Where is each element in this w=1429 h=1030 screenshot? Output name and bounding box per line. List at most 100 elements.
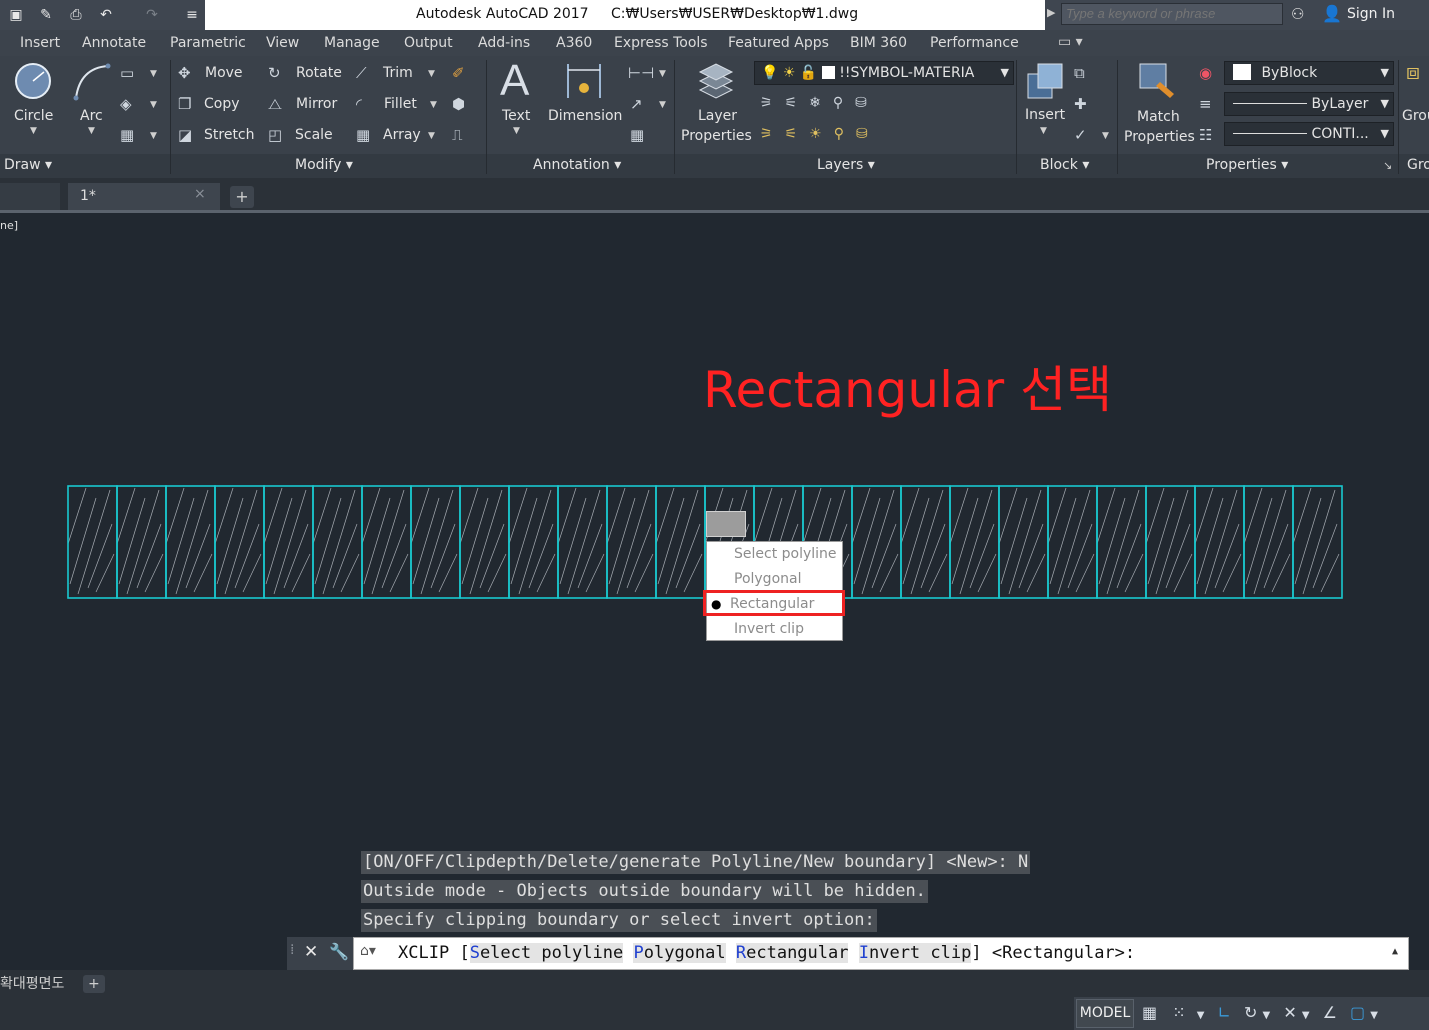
layer-tools-row-2[interactable]: ⚞⚟☀⚲⛁: [760, 126, 880, 142]
match-properties-icon[interactable]: [1136, 60, 1178, 102]
chevron-down-icon[interactable]: ▼: [150, 100, 157, 110]
tab-parametric[interactable]: Parametric: [170, 35, 246, 51]
chevron-down-icon[interactable]: ▼: [513, 126, 520, 136]
layer-properties-label-1[interactable]: Layer: [698, 108, 737, 124]
binoculars-icon[interactable]: ⚇: [1291, 5, 1304, 23]
viewport-controls[interactable]: ne]: [0, 219, 18, 232]
redo-icon[interactable]: ↷: [142, 5, 162, 25]
leader-icon[interactable]: ↗: [630, 95, 643, 113]
option-invert-clip[interactable]: Invert clip: [858, 943, 972, 963]
rotate-icon[interactable]: ↻: [268, 64, 281, 82]
tab-add-ins[interactable]: Add-ins: [478, 35, 530, 51]
chevron-down-icon[interactable]: ▼: [30, 126, 37, 136]
chevron-down-icon[interactable]: ▼: [1370, 1010, 1378, 1021]
block-panel-label[interactable]: Block ▾: [1040, 157, 1089, 173]
close-icon[interactable]: ×: [194, 186, 206, 202]
group-icon[interactable]: ⧈: [1406, 62, 1420, 84]
chevron-down-icon[interactable]: ▼: [428, 131, 435, 141]
layer-lock-icon[interactable]: ⚲: [833, 95, 855, 111]
menu-item-select-polyline[interactable]: Select polyline: [707, 542, 842, 567]
menu-item-polygonal[interactable]: Polygonal: [707, 567, 842, 592]
match-properties-label-2[interactable]: Properties: [1124, 129, 1195, 145]
stretch-icon[interactable]: ◪: [178, 126, 192, 144]
layer-unisolate-icon[interactable]: ⚟: [785, 126, 810, 142]
layout-tab[interactable]: 확대평면도 +: [0, 973, 105, 993]
chevron-down-icon[interactable]: ▼: [659, 100, 666, 110]
layer-freeze-icon[interactable]: ❄: [809, 95, 833, 111]
chevron-down-icon[interactable]: ▼: [1197, 1010, 1205, 1021]
erase-icon[interactable]: ✐: [452, 64, 465, 82]
trim-button[interactable]: Trim: [383, 65, 413, 81]
file-tab-start[interactable]: [0, 183, 60, 210]
tab-bim-360[interactable]: BIM 360: [850, 35, 907, 51]
close-icon[interactable]: ✕: [304, 942, 318, 962]
layer-on-icon[interactable]: ⚞: [760, 126, 785, 142]
offset-icon[interactable]: ⎍: [452, 126, 463, 144]
grid-icon[interactable]: ▦: [1142, 1003, 1157, 1022]
chevron-down-icon[interactable]: ▼: [430, 100, 437, 110]
chevron-down-icon[interactable]: ▼: [150, 131, 157, 141]
tab-featured-apps[interactable]: Featured Apps: [728, 35, 829, 51]
table-icon[interactable]: ▦: [630, 126, 644, 144]
option-rectangular[interactable]: Rectangular: [735, 943, 849, 963]
copy-icon[interactable]: ❐: [178, 95, 191, 113]
option-polygonal[interactable]: Polygonal: [633, 943, 726, 963]
rectangle-icon[interactable]: ▭: [120, 64, 134, 82]
print-icon[interactable]: ⎙: [66, 5, 86, 25]
undo-icon[interactable]: ↶: [96, 5, 116, 25]
wrench-icon[interactable]: 🔧: [329, 942, 349, 961]
tab-output[interactable]: Output: [404, 35, 453, 51]
scale-button[interactable]: Scale: [295, 127, 333, 143]
dimension-icon[interactable]: [564, 62, 604, 102]
modify-panel-label[interactable]: Modify ▾: [295, 157, 353, 173]
layer-unlock-icon[interactable]: ⚲: [834, 126, 856, 142]
chevron-down-icon[interactable]: ▼: [1302, 1010, 1310, 1021]
polar-icon[interactable]: ↻: [1244, 1003, 1257, 1022]
draw-panel-label[interactable]: Draw ▾: [4, 157, 52, 173]
insert-button[interactable]: Insert: [1025, 107, 1065, 123]
expand-arrow-icon[interactable]: ▶: [1047, 6, 1055, 19]
layer-match-icon[interactable]: ⛁: [855, 95, 879, 111]
object-snap-tracking-icon[interactable]: ∠: [1323, 1003, 1337, 1022]
color-dropdown[interactable]: ByBlock ▼: [1224, 61, 1394, 85]
object-snap-icon[interactable]: ▢: [1350, 1003, 1365, 1022]
isodraft-icon[interactable]: ✕: [1283, 1003, 1296, 1022]
new-tab-button[interactable]: +: [230, 186, 254, 208]
option-select-polyline[interactable]: Select polyline: [469, 943, 624, 963]
array-icon[interactable]: ▦: [356, 126, 370, 144]
copy-button[interactable]: Copy: [204, 96, 240, 112]
group-label[interactable]: Grou: [1402, 108, 1429, 124]
ribbon-minimize-icon[interactable]: ▭ ▾: [1058, 34, 1083, 50]
fillet-icon[interactable]: ◜: [356, 95, 362, 113]
properties-panel-label[interactable]: Properties ▾: [1206, 157, 1288, 173]
scale-icon[interactable]: ◰: [268, 126, 282, 144]
hatch-drawing[interactable]: [66, 484, 1344, 600]
fillet-button[interactable]: Fillet: [384, 96, 417, 112]
tab-insert[interactable]: Insert: [20, 35, 60, 51]
search-input[interactable]: [1061, 3, 1283, 25]
rotate-button[interactable]: Rotate: [296, 65, 342, 81]
chevron-down-icon[interactable]: ▼: [1102, 131, 1109, 141]
tab-annotate[interactable]: Annotate: [82, 35, 146, 51]
recent-commands-icon[interactable]: ⌂▾: [360, 943, 376, 959]
command-line[interactable]: ⌂▾ XCLIP [Select polyline Polygonal Rect…: [353, 937, 1409, 970]
chevron-down-icon[interactable]: ▼: [428, 69, 435, 79]
panel-launcher-icon[interactable]: ↘: [1383, 159, 1392, 172]
chevron-down-icon[interactable]: ▼: [1263, 1010, 1271, 1021]
new-layout-button[interactable]: +: [82, 975, 105, 993]
mirror-icon[interactable]: ⧍: [268, 95, 282, 113]
create-block-icon[interactable]: ⧉: [1074, 64, 1085, 82]
layer-isolate-icon[interactable]: ⚟: [785, 95, 810, 111]
dimension-button[interactable]: Dimension: [548, 108, 622, 124]
insert-block-icon[interactable]: [1024, 60, 1066, 102]
file-tab-current[interactable]: 1* ×: [68, 183, 220, 210]
text-button[interactable]: Text: [502, 108, 530, 124]
edit-block-icon[interactable]: ✚: [1074, 95, 1087, 113]
tab-performance[interactable]: Performance: [930, 35, 1019, 51]
layer-dropdown[interactable]: 💡 ☀ 🔓 !!SYMBOL-MATERIA ▼: [754, 61, 1014, 85]
circle-icon[interactable]: [12, 60, 54, 102]
tab-express-tools[interactable]: Express Tools: [614, 35, 708, 51]
layer-properties-label-2[interactable]: Properties: [681, 128, 752, 144]
customize-icon[interactable]: ≡: [182, 5, 202, 25]
tab-view[interactable]: View: [266, 35, 299, 51]
